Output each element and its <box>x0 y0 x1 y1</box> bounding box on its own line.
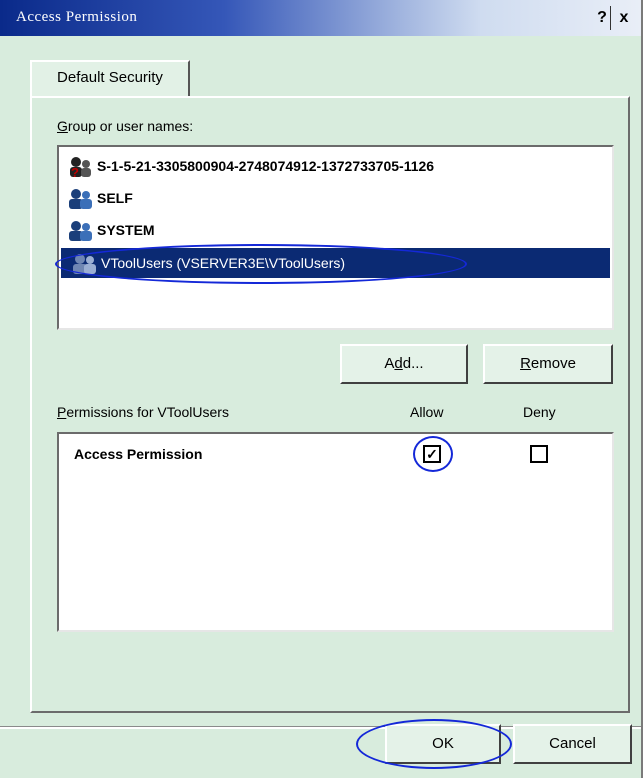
users-icon <box>69 189 92 210</box>
cancel-button[interactable]: Cancel <box>513 724 632 764</box>
svg-text:?: ? <box>71 165 79 179</box>
users-icon <box>73 254 96 275</box>
help-button[interactable]: ? <box>592 7 612 29</box>
group-user-listbox[interactable]: ? S-1-5-21-3305800904-2748074912-1372733… <box>57 145 614 330</box>
unknown-user-icon: ? <box>70 157 91 179</box>
tab-default-security[interactable]: Default Security <box>30 60 190 96</box>
list-item[interactable]: SYSTEM <box>67 215 155 245</box>
close-button[interactable]: x <box>614 7 634 29</box>
list-item[interactable]: SELF <box>67 183 133 213</box>
allow-checkbox[interactable]: ✓ <box>423 445 441 463</box>
list-item[interactable]: ? S-1-5-21-3305800904-2748074912-1372733… <box>67 151 434 181</box>
list-item-selected[interactable]: VToolUsers (VSERVER3E\VToolUsers) <box>61 248 610 278</box>
window-title: Access Permission <box>16 9 138 25</box>
title-bar[interactable]: Access Permission ? x <box>0 0 641 36</box>
deny-checkbox[interactable] <box>530 445 548 463</box>
title-separator <box>610 6 611 30</box>
allow-column-header: Allow <box>410 404 444 420</box>
users-icon <box>69 221 92 242</box>
remove-button[interactable]: Remove <box>483 344 613 384</box>
access-permission-dialog: Access Permission ? x Default Security G… <box>0 0 643 778</box>
deny-column-header: Deny <box>523 404 556 420</box>
add-button[interactable]: Add... <box>340 344 468 384</box>
permission-name: Access Permission <box>74 446 203 462</box>
ok-button[interactable]: OK <box>385 724 501 764</box>
group-user-names-label: Group or user names: <box>57 118 194 134</box>
permissions-label: Permissions for VToolUsers <box>57 404 229 420</box>
checkmark-icon: ✓ <box>426 446 438 462</box>
